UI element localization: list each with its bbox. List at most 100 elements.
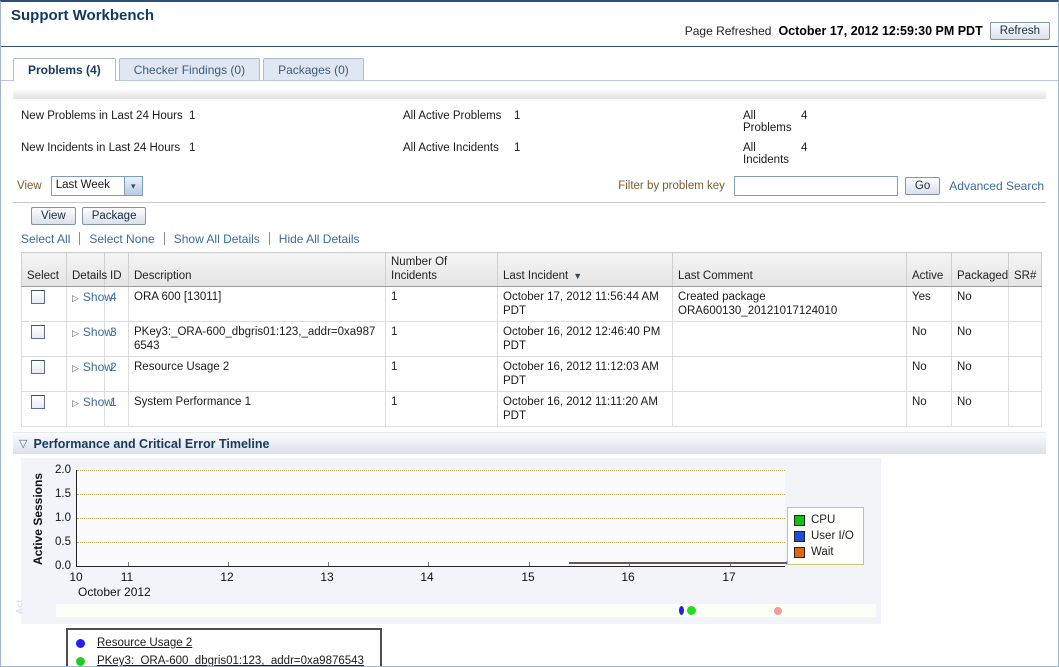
row-checkbox[interactable] [31,360,45,374]
table-header-row: Select Details ID Description Number Of … [22,253,1042,287]
x-tick-mark [328,562,329,566]
col-label: Select [27,270,59,282]
cell-incidents: 1 [386,322,498,357]
problem-id-link[interactable]: 3 [110,325,117,339]
page-header: Support Workbench Page Refreshed October… [1,2,1058,47]
x-tick-mark [128,562,129,566]
x-tick-label: 16 [615,570,641,584]
select-none-link[interactable]: Select None [89,232,154,246]
show-details-link[interactable]: Show [83,360,113,374]
legend-label: CPU [811,514,835,526]
y-tick-label: 1.5 [41,488,71,500]
x-tick-label: 17 [716,570,742,584]
cell-last-incident: October 16, 2012 11:11:20 AM PDT [498,392,673,427]
event-marker-red-icon[interactable] [774,607,782,615]
expand-details-icon[interactable] [72,398,79,408]
x-tick-label: 12 [214,570,240,584]
table-row: Show 4 ORA 600 [13011] 1 October 17, 201… [22,287,1042,322]
refresh-area: Page Refreshed October 17, 2012 12:59:30… [685,22,1050,40]
problem-id-link[interactable]: 1 [110,395,117,409]
col-last-incident[interactable]: Last Incident [498,253,673,287]
legend-item-cpu: CPU [794,512,854,528]
page-refreshed-timestamp: October 17, 2012 12:59:30 PM PDT [778,24,982,38]
stat-value: 4 [801,142,807,166]
cell-packaged: No [952,287,1009,322]
legend-item-user-io: User I/O [794,528,854,544]
col-label: Active [912,270,943,282]
package-button[interactable]: Package [82,207,147,225]
tab-checker-findings[interactable]: Checker Findings (0) [119,58,260,80]
row-checkbox[interactable] [31,290,45,304]
expand-details-icon[interactable] [72,328,79,338]
x-tick-label: 14 [414,570,440,584]
problem-key-input[interactable] [734,176,898,196]
select-all-link[interactable]: Select All [21,232,70,246]
chevron-down-icon[interactable] [124,177,142,195]
show-details-link[interactable]: Show [83,325,113,339]
tab-problems[interactable]: Problems (4) [13,58,116,81]
col-description: Description [129,253,386,287]
expand-details-icon[interactable] [72,363,79,373]
cell-active: No [907,357,952,392]
legend-row: PKey3:_ORA-600_dbgris01:123,_addr=0xa987… [76,652,372,667]
stat-label: New Problems in Last 24 Hours [21,110,189,134]
show-all-details-link[interactable]: Show All Details [174,232,260,246]
problem-id-link[interactable]: 4 [110,290,117,304]
separator [79,232,80,245]
sort-descending-icon[interactable] [573,269,582,283]
view-button[interactable]: View [31,207,76,225]
view-period-select[interactable]: Last Week [51,176,143,196]
problem-link[interactable]: Resource Usage 2 [97,637,192,649]
collapse-triangle-icon[interactable] [19,437,27,450]
col-last-comment: Last Comment [673,253,907,287]
cell-packaged: No [952,322,1009,357]
col-label: Number Of Incidents [391,256,447,282]
expand-details-icon[interactable] [72,293,79,303]
hide-all-details-link[interactable]: Hide All Details [279,232,360,246]
filter-row: View Last Week Filter by problem key Go … [17,176,1044,196]
col-number-of-incidents: Number Of Incidents [386,253,498,287]
timeline-section-header[interactable]: Performance and Critical Error Timeline [13,432,1046,454]
problem-link[interactable]: PKey3:_ORA-600_dbgris01:123,_addr=0xa987… [97,655,364,667]
col-active: Active [907,253,952,287]
cell-details: Show [67,322,105,357]
stat-active-problems: All Active Problems 1 [403,110,743,134]
col-label: Details [72,270,107,282]
tab-packages[interactable]: Packages (0) [263,58,364,80]
col-label: Last Incident [503,269,568,283]
stat-value: 1 [189,142,195,166]
problem-id-link[interactable]: 2 [110,360,117,374]
x-axis-title: October 2012 [78,585,151,599]
row-checkbox[interactable] [31,325,45,339]
go-button[interactable]: Go [905,177,940,195]
table-row: Show 3 PKey3:_ORA-600_dbgris01:123,_addr… [22,322,1042,357]
refresh-button[interactable]: Refresh [990,22,1050,40]
cell-last-incident: October 16, 2012 12:46:40 PM PDT [498,322,673,357]
x-tick-label: 13 [314,570,340,584]
stat-value: 1 [189,110,195,134]
stat-value: 1 [514,142,520,166]
stat-new-problems: New Problems in Last 24 Hours 1 [21,110,403,134]
row-checkbox[interactable] [31,395,45,409]
advanced-search-link[interactable]: Advanced Search [949,179,1044,193]
show-details-link[interactable]: Show [83,395,113,409]
chart-legend: CPU User I/O Wait [787,507,864,565]
cell-packaged: No [952,392,1009,427]
cell-sr [1009,322,1042,357]
cell-details: Show [67,357,105,392]
y-tick-label: 0.5 [41,536,71,548]
user-io-swatch-icon [794,531,805,542]
cell-description: Resource Usage 2 [129,357,386,392]
legend-row: Resource Usage 2 [76,634,372,652]
show-details-link[interactable]: Show [83,290,113,304]
cell-active: Yes [907,287,952,322]
col-select: Select [22,253,67,287]
legend-item-wait: Wait [794,544,854,560]
problem-legend-box: Resource Usage 2 PKey3:_ORA-600_dbgris01… [66,628,382,667]
col-details: Details [67,253,105,287]
event-marker-green-icon[interactable] [687,606,696,615]
cell-details: Show [67,392,105,427]
event-marker-blue-icon[interactable] [679,606,684,615]
x-tick-label: 15 [515,570,541,584]
event-timeline-strip[interactable] [56,604,876,617]
